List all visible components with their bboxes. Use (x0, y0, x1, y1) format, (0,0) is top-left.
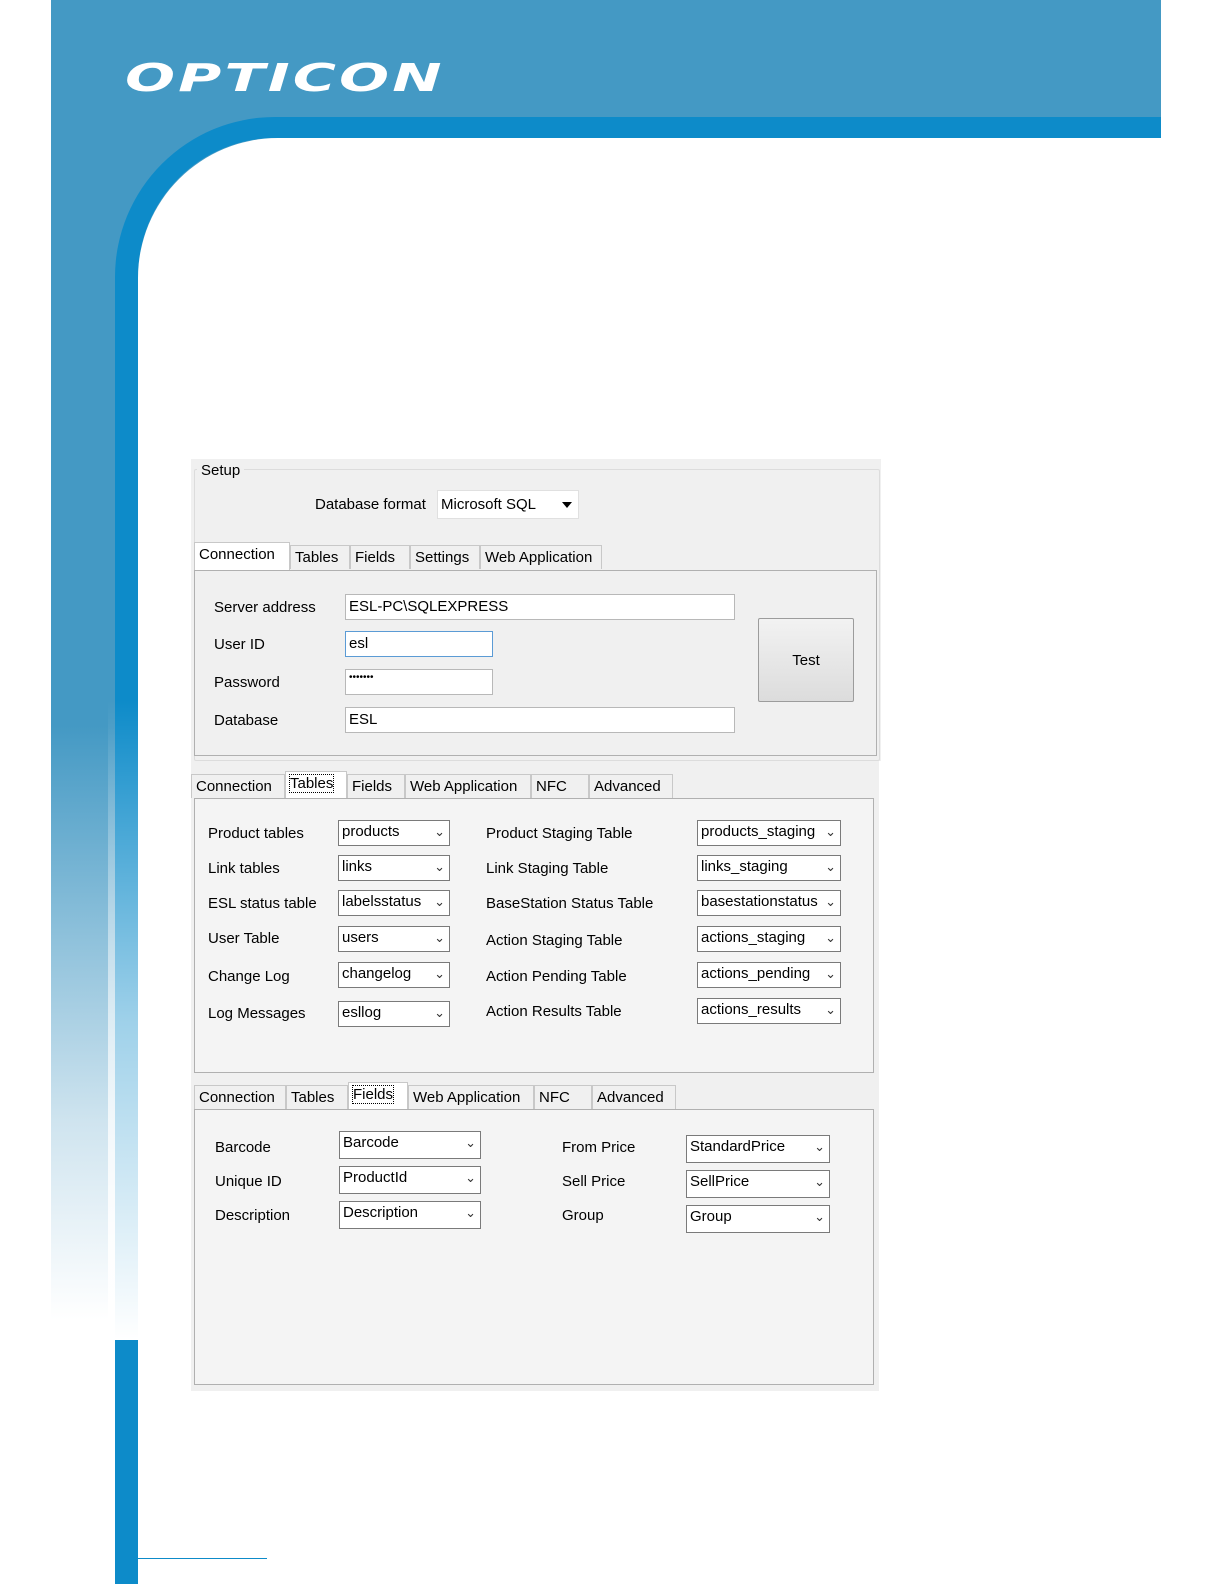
description-select[interactable]: Description ⌄ (339, 1201, 481, 1229)
user-id-input[interactable]: esl (345, 631, 493, 657)
change-log-select[interactable]: changelog ⌄ (338, 962, 450, 988)
fields-panel: Connection Tables Fields Web Application… (191, 1075, 879, 1391)
link-staging-table-label: Link Staging Table (486, 860, 609, 877)
password-input[interactable]: ••••••• (345, 669, 493, 695)
chevron-down-icon: ⌄ (434, 824, 445, 839)
product-staging-table-label: Product Staging Table (486, 825, 633, 842)
tab-advanced[interactable]: Advanced (592, 1085, 676, 1109)
chevron-down-icon: ⌄ (825, 824, 836, 839)
database-input[interactable]: ESL (345, 707, 735, 733)
product-staging-table-select[interactable]: products_staging ⌄ (697, 820, 841, 846)
tab-settings[interactable]: Settings (410, 545, 480, 569)
tab-connection[interactable]: Connection (194, 542, 290, 570)
link-tables-select[interactable]: links ⌄ (338, 855, 450, 881)
change-log-label: Change Log (208, 968, 290, 985)
action-results-table-select[interactable]: actions_results ⌄ (697, 998, 841, 1024)
link-tables-label: Link tables (208, 860, 280, 877)
server-address-label: Server address (214, 599, 316, 616)
tab-connection[interactable]: Connection (191, 774, 285, 798)
tab-nfc[interactable]: NFC (534, 1085, 592, 1109)
unique-id-select[interactable]: ProductId ⌄ (339, 1166, 481, 1194)
action-results-table-label: Action Results Table (486, 1003, 622, 1020)
unique-id-label: Unique ID (215, 1173, 282, 1190)
action-pending-table-label: Action Pending Table (486, 968, 627, 985)
setup-panel: Setup Database format Microsoft SQL Conn… (191, 459, 881, 761)
basestation-status-table-select[interactable]: basestationstatus ⌄ (697, 890, 841, 916)
barcode-label: Barcode (215, 1139, 271, 1156)
chevron-down-icon: ⌄ (814, 1139, 825, 1154)
tables-tabpage: Product tables products ⌄ Link tables lin… (194, 798, 874, 1073)
action-pending-table-select[interactable]: actions_pending ⌄ (697, 962, 841, 988)
tab-tables[interactable]: Tables (286, 1085, 348, 1109)
caret-down-icon (562, 502, 572, 508)
chevron-down-icon: ⌄ (434, 1005, 445, 1020)
database-format-label: Database format (315, 496, 426, 513)
user-table-label: User Table (208, 930, 280, 947)
action-staging-table-select[interactable]: actions_staging ⌄ (697, 926, 841, 952)
opticon-logo: OPTICON (125, 56, 445, 100)
log-messages-select[interactable]: esllog ⌄ (338, 1001, 450, 1027)
sell-price-label: Sell Price (562, 1173, 626, 1190)
tab-web-application[interactable]: Web Application (480, 545, 602, 569)
chevron-down-icon: ⌄ (465, 1135, 476, 1150)
server-address-input[interactable]: ESL-PC\SQLEXPRESS (345, 594, 735, 620)
tab-web-application[interactable]: Web Application (408, 1085, 534, 1109)
tab-web-application[interactable]: Web Application (405, 774, 531, 798)
log-messages-label: Log Messages (208, 1005, 306, 1022)
setup-group-title: Setup (197, 462, 245, 479)
chevron-down-icon: ⌄ (434, 859, 445, 874)
barcode-select[interactable]: Barcode ⌄ (339, 1131, 481, 1159)
chevron-down-icon: ⌄ (434, 930, 445, 945)
from-price-select[interactable]: StandardPrice ⌄ (686, 1135, 830, 1163)
product-tables-select[interactable]: products ⌄ (338, 820, 450, 846)
chevron-down-icon: ⌄ (434, 894, 445, 909)
tab-fields[interactable]: Fields (347, 774, 405, 798)
group-select[interactable]: Group ⌄ (686, 1205, 830, 1233)
link-staging-table-select[interactable]: links_staging ⌄ (697, 855, 841, 881)
footer-rule (125, 1558, 267, 1559)
esl-status-table-select[interactable]: labelsstatus ⌄ (338, 890, 450, 916)
database-format-select[interactable]: Microsoft SQL (437, 490, 579, 519)
esl-status-table-label: ESL status table (208, 895, 317, 912)
connection-tabpage: Server address ESL-PC\SQLEXPRESS User ID… (194, 570, 877, 756)
chevron-down-icon: ⌄ (825, 859, 836, 874)
tab-connection[interactable]: Connection (194, 1085, 286, 1109)
tab-advanced[interactable]: Advanced (589, 774, 673, 798)
chevron-down-icon: ⌄ (825, 894, 836, 909)
tab-tables[interactable]: Tables (285, 771, 347, 799)
sell-price-select[interactable]: SellPrice ⌄ (686, 1170, 830, 1198)
password-label: Password (214, 674, 280, 691)
tables-panel: Connection Tables Fields Web Application… (191, 761, 879, 1075)
user-id-label: User ID (214, 636, 265, 653)
test-button-label: Test (792, 651, 820, 669)
description-label: Description (215, 1207, 291, 1224)
chevron-down-icon: ⌄ (825, 1002, 836, 1017)
test-button[interactable]: Test (758, 618, 854, 702)
user-table-select[interactable]: users ⌄ (338, 926, 450, 952)
page-frame-fade (108, 700, 148, 1340)
tab-tables[interactable]: Tables (290, 545, 350, 569)
from-price-label: From Price (562, 1139, 636, 1156)
chevron-down-icon: ⌄ (814, 1174, 825, 1189)
fields-tabpage: Barcode Barcode ⌄ Unique ID ProductId ⌄ De… (194, 1109, 874, 1385)
tab-fields[interactable]: Fields (350, 545, 410, 569)
group-label: Group (562, 1207, 604, 1224)
action-staging-table-label: Action Staging Table (486, 932, 623, 949)
chevron-down-icon: ⌄ (814, 1209, 825, 1224)
tab-fields[interactable]: Fields (348, 1082, 408, 1110)
product-tables-label: Product tables (208, 825, 304, 842)
chevron-down-icon: ⌄ (434, 966, 445, 981)
chevron-down-icon: ⌄ (825, 930, 836, 945)
chevron-down-icon: ⌄ (825, 966, 836, 981)
chevron-down-icon: ⌄ (465, 1170, 476, 1185)
database-label: Database (214, 712, 279, 729)
chevron-down-icon: ⌄ (465, 1205, 476, 1220)
basestation-status-table-label: BaseStation Status Table (486, 895, 654, 912)
database-format-value: Microsoft SQL (441, 496, 537, 513)
tab-nfc[interactable]: NFC (531, 774, 589, 798)
